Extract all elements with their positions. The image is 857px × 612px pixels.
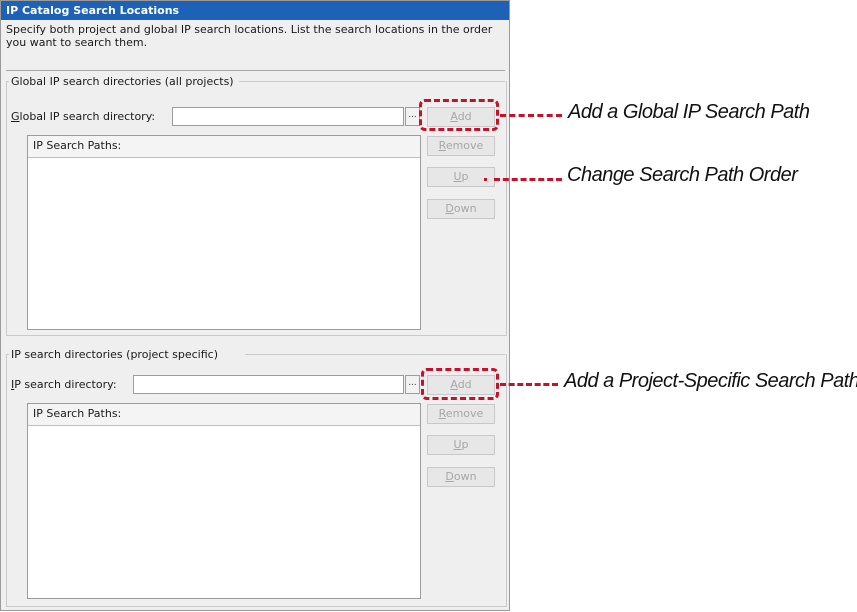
ip-catalog-search-locations-panel: IP Catalog Search Locations Specify both… — [0, 0, 510, 611]
global-down-button[interactable]: Down — [427, 199, 495, 219]
global-up-button[interactable]: Up — [427, 167, 495, 187]
project-dir-label: IP search directory: — [11, 378, 117, 391]
project-down-button[interactable]: Down — [427, 467, 495, 487]
project-search-paths-list[interactable]: IP Search Paths: — [27, 403, 421, 599]
global-remove-button[interactable]: Remove — [427, 136, 495, 156]
global-add-leader-line — [500, 114, 562, 117]
project-add-leader-line — [500, 383, 558, 386]
project-remove-button[interactable]: Remove — [427, 404, 495, 424]
panel-title: IP Catalog Search Locations — [1, 1, 509, 20]
order-leader-line — [494, 178, 562, 181]
global-dir-label: Global IP search directory: — [11, 110, 156, 123]
panel-description: Specify both project and global IP searc… — [6, 23, 493, 49]
list-header: IP Search Paths: — [28, 404, 420, 426]
project-up-button[interactable]: Up — [427, 435, 495, 455]
project-add-callout: Add a Project-Specific Search Path — [564, 370, 857, 392]
global-search-paths-list[interactable]: IP Search Paths: — [27, 135, 421, 330]
order-leader-dot — [484, 178, 487, 181]
global-add-highlight — [419, 99, 499, 131]
separator — [6, 70, 505, 71]
order-callout: Change Search Path Order — [567, 164, 798, 186]
global-add-callout: Add a Global IP Search Path — [568, 101, 810, 123]
list-header: IP Search Paths: — [28, 136, 420, 158]
project-add-highlight — [421, 368, 499, 400]
global-browse-button[interactable]: ... — [405, 107, 420, 126]
project-dir-input[interactable] — [133, 375, 404, 394]
global-dir-input[interactable] — [172, 107, 404, 126]
project-browse-button[interactable]: ... — [405, 375, 420, 394]
